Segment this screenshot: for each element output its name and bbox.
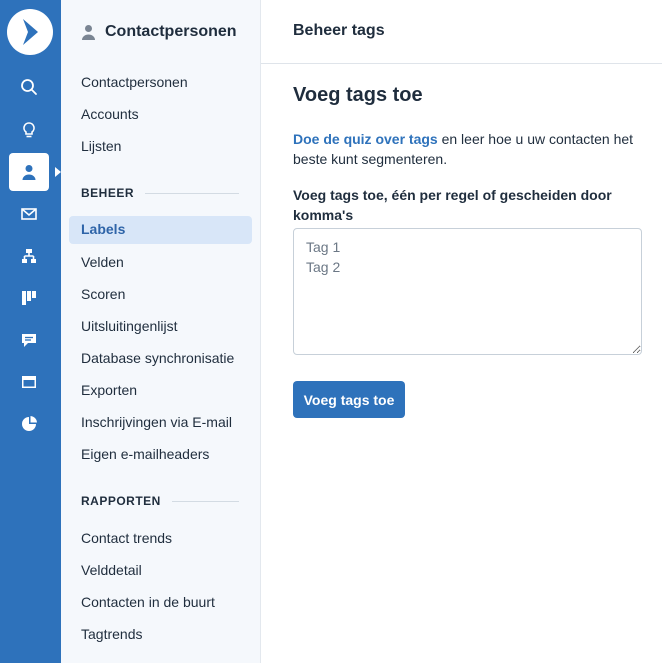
sidebar-title: Contactpersonen [105, 23, 237, 40]
sidebar-item-scoren[interactable]: Scoren [81, 285, 125, 303]
section-heading-rapporten: RAPPORTEN [81, 494, 239, 508]
section-heading-label: RAPPORTEN [81, 494, 161, 508]
sidebar-item-uitsluitingenlijst[interactable]: Uitsluitingenlijst [81, 317, 177, 335]
sidebar-item-eigen-mailheaders[interactable]: Eigen e-mailheaders [81, 445, 209, 463]
sidebar-item-exporten[interactable]: Exporten [81, 381, 137, 399]
search-icon [21, 79, 37, 95]
tags-field-label: Voeg tags toe, één per regel of gescheid… [293, 187, 612, 223]
contacts-icon [22, 165, 36, 180]
sidebar-item-database-synchronisatie[interactable]: Database synchronisatie [81, 349, 234, 367]
rail-website[interactable] [9, 363, 49, 401]
site-icon [22, 376, 36, 388]
lightbulb-icon [23, 122, 35, 138]
sidebar-item-lijsten[interactable]: Lijsten [81, 137, 121, 155]
sidebar-item-contactpersonen[interactable]: Contactpersonen [81, 73, 188, 91]
sidebar-item-velddetail[interactable]: Velddetail [81, 561, 142, 579]
sidebar-item-velden[interactable]: Velden [81, 253, 124, 271]
rail-deals[interactable] [9, 279, 49, 317]
rail-contacts[interactable] [9, 153, 61, 191]
tags-input[interactable] [293, 228, 642, 355]
section-divider [145, 192, 239, 194]
rail-search[interactable] [9, 68, 49, 106]
main-content: Beheer tags Voeg tags toe Doe de quiz ov… [261, 0, 662, 663]
logo-chevron-icon [23, 19, 38, 45]
rail-conversations[interactable] [9, 321, 49, 359]
sidebar-item-inschrijvingen[interactable]: Inschrijvingen via E-mail [81, 413, 232, 431]
intro-text: Doe de quiz over tags en leer hoe u uw c… [293, 129, 648, 169]
sidebar-item-label: Labels [81, 221, 126, 237]
rail-automations[interactable] [9, 237, 49, 275]
conversations-icon [22, 334, 36, 347]
sidebar-item-contacten-buurt[interactable]: Contacten in de buurt [81, 593, 215, 611]
app-nav-rail [0, 0, 61, 663]
quiz-link[interactable]: Doe de quiz over tags [293, 131, 438, 147]
page-title: Voeg tags toe [293, 84, 423, 106]
rail-reports[interactable] [9, 405, 49, 443]
pipeline-icon [22, 291, 36, 305]
person-icon [82, 25, 95, 40]
sidebar-item-contact-trends[interactable]: Contact trends [81, 529, 172, 547]
mail-icon [21, 208, 37, 220]
sidebar-item-tagtrends[interactable]: Tagtrends [81, 625, 142, 643]
section-divider [171, 500, 239, 502]
automation-icon [22, 249, 36, 263]
rail-campaigns[interactable] [9, 195, 49, 233]
app-logo[interactable] [7, 9, 53, 55]
sidebar-header: Contactpersonen [81, 20, 237, 44]
sidebar-item-accounts[interactable]: Accounts [81, 105, 139, 123]
reports-icon [22, 416, 37, 431]
contacts-sidebar: Contactpersonen Contactpersonen Accounts… [61, 0, 261, 663]
section-heading-label: BEHEER [81, 186, 135, 200]
page-header: Beheer tags [261, 0, 662, 64]
section-heading-beheer: BEHEER [81, 186, 239, 200]
add-tags-button[interactable]: Voeg tags toe [293, 381, 405, 418]
rail-ideas[interactable] [9, 111, 49, 149]
page-header-title: Beheer tags [293, 22, 385, 39]
sidebar-item-labels[interactable]: Labels [69, 216, 252, 244]
